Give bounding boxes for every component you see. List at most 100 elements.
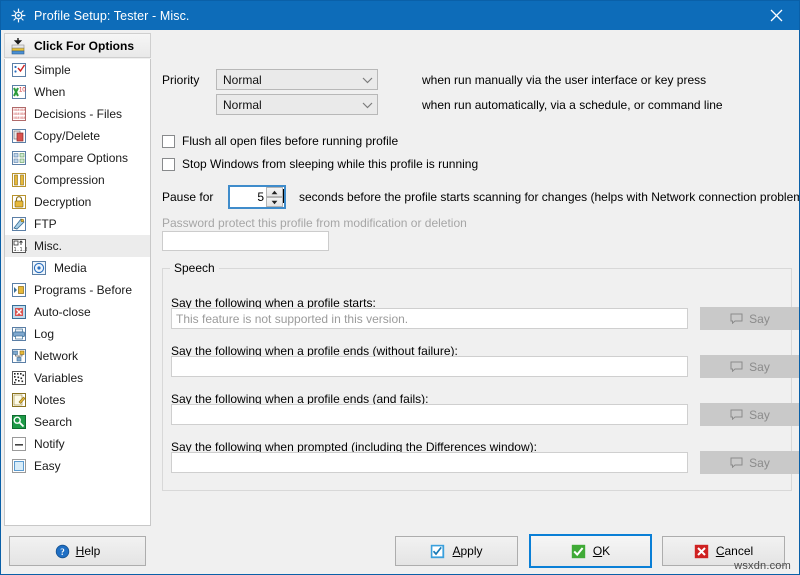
- svg-text:?: ?: [60, 547, 65, 557]
- svg-text:MM: MM: [20, 116, 26, 120]
- search-icon: [11, 414, 27, 430]
- programs-before-icon: [11, 282, 27, 298]
- svg-text:10: 10: [19, 88, 26, 94]
- sidebar-item-label: Notes: [34, 393, 65, 407]
- window-title: Profile Setup: Tester - Misc.: [34, 9, 190, 23]
- priority-manual-description: when run manually via the user interface…: [422, 73, 706, 87]
- sidebar-item-compression[interactable]: Compression: [5, 169, 150, 191]
- stop-sleeping-checkbox-row[interactable]: Stop Windows from sleeping while this pr…: [162, 157, 478, 171]
- apply-button-label: Apply: [452, 544, 482, 558]
- pause-seconds-stepper[interactable]: 5: [228, 185, 286, 209]
- sidebar-item-media[interactable]: Media: [5, 257, 150, 279]
- cancel-x-icon: [694, 544, 709, 559]
- sidebar-item-compare-options[interactable]: Compare Options: [5, 147, 150, 169]
- sidebar-item-label: Variables: [34, 371, 83, 385]
- pause-description: seconds before the profile starts scanni…: [299, 190, 800, 204]
- speech-end-fail-input[interactable]: [171, 404, 688, 425]
- sidebar-item-label: Decisions - Files: [34, 107, 122, 121]
- password-protect-label: Password protect this profile from modif…: [162, 216, 467, 230]
- media-disc-icon: [31, 260, 47, 276]
- sidebar-item-notes[interactable]: Notes: [5, 389, 150, 411]
- sidebar-item-label: Network: [34, 349, 78, 363]
- sidebar-item-label: Misc.: [34, 239, 62, 253]
- help-button-label: Help: [76, 544, 101, 558]
- easy-icon: [11, 458, 27, 474]
- sidebar-item-label: When: [34, 85, 65, 99]
- sidebar-item-variables[interactable]: Variables: [5, 367, 150, 389]
- speech-legend: Speech: [170, 261, 219, 275]
- priority-automatic-description: when run automatically, via a schedule, …: [422, 98, 723, 112]
- spinner-up-icon[interactable]: [266, 187, 283, 197]
- sidebar-item-label: Compare Options: [34, 151, 128, 165]
- password-protect-input[interactable]: [162, 231, 329, 251]
- speech-end-ok-input[interactable]: [171, 356, 688, 377]
- speech-prompted-say-button: Say: [700, 451, 800, 474]
- sidebar-item-label: Compression: [34, 173, 105, 187]
- chevron-down-icon[interactable]: [357, 70, 377, 89]
- sidebar-item-auto-close[interactable]: Auto-close: [5, 301, 150, 323]
- sidebar-item-decisions-files[interactable]: MMMMMM MMMMMM Decisions - Files: [5, 103, 150, 125]
- flush-files-checkbox-row[interactable]: Flush all open files before running prof…: [162, 134, 398, 148]
- sidebar-item-copy-delete[interactable]: Copy/Delete: [5, 125, 150, 147]
- sidebar-item-decryption[interactable]: Decryption: [5, 191, 150, 213]
- sidebar-item-when[interactable]: 10 When: [5, 81, 150, 103]
- priority-manual-select[interactable]: Normal: [216, 69, 378, 90]
- sidebar-item-network[interactable]: Network: [5, 345, 150, 367]
- ok-check-icon: [571, 544, 586, 559]
- apply-button[interactable]: Apply: [395, 536, 518, 566]
- ok-button-label: OK: [593, 544, 610, 558]
- spinner-down-icon[interactable]: [266, 197, 283, 207]
- sidebar-item-notify[interactable]: Notify: [5, 433, 150, 455]
- speech-prompted-input[interactable]: [171, 452, 688, 473]
- sidebar-item-misc[interactable]: 1.1.0 Misc.: [5, 235, 150, 257]
- sidebar-item-search[interactable]: Search: [5, 411, 150, 433]
- sidebar-item-label: Simple: [34, 63, 71, 77]
- speech-start-input[interactable]: This feature is not supported in this ve…: [171, 308, 688, 329]
- sidebar-item-label: Search: [34, 415, 72, 429]
- log-printer-icon: [11, 326, 27, 342]
- site-watermark: wsxdn.com: [734, 560, 791, 572]
- sidebar-item-label: Decryption: [34, 195, 91, 209]
- network-icon: [11, 348, 27, 364]
- options-tree[interactable]: Simple 10 When: [4, 59, 151, 526]
- speech-end-fail-say-button: Say: [700, 403, 800, 426]
- flush-files-label: Flush all open files before running prof…: [182, 134, 398, 148]
- help-button[interactable]: ? Help: [9, 536, 146, 566]
- speech-start-say-label: Say: [749, 312, 770, 326]
- speech-bubble-icon: [730, 313, 743, 324]
- speech-end-fail-say-label: Say: [749, 408, 770, 422]
- stop-sleeping-label: Stop Windows from sleeping while this pr…: [182, 157, 478, 171]
- pause-for-label: Pause for: [162, 190, 213, 204]
- decisions-files-icon: MMMMMM MMMMMM: [11, 106, 27, 122]
- options-sidebar: Click For Options Simple: [1, 30, 154, 575]
- notify-icon: [11, 436, 27, 452]
- chevron-down-icon[interactable]: [357, 95, 377, 114]
- when-icon: 10: [11, 84, 27, 100]
- sidebar-item-easy[interactable]: Easy: [5, 455, 150, 477]
- sidebar-item-programs-before[interactable]: Programs - Before: [5, 279, 150, 301]
- decryption-lock-icon: [11, 194, 27, 210]
- close-icon[interactable]: [753, 1, 799, 30]
- sidebar-item-label: Programs - Before: [34, 283, 132, 297]
- stop-sleeping-checkbox[interactable]: [162, 158, 175, 171]
- pause-seconds-value[interactable]: 5: [230, 190, 266, 204]
- sidebar-item-ftp[interactable]: FTP: [5, 213, 150, 235]
- sidebar-item-label: Media: [54, 261, 87, 275]
- cancel-button-label: Cancel: [716, 544, 753, 558]
- misc-settings-panel: Priority Normal when run manually via th…: [154, 30, 800, 575]
- stepper-arrows[interactable]: [266, 187, 283, 207]
- sidebar-item-label: Easy: [34, 459, 61, 473]
- sidebar-item-label: Log: [34, 327, 54, 341]
- title-bar: Profile Setup: Tester - Misc.: [1, 1, 799, 30]
- sidebar-item-simple[interactable]: Simple: [5, 59, 150, 81]
- click-for-options-button[interactable]: Click For Options: [4, 33, 151, 58]
- auto-close-icon: [11, 304, 27, 320]
- priority-automatic-select[interactable]: Normal: [216, 94, 378, 115]
- text-caret: [283, 189, 284, 203]
- sidebar-item-log[interactable]: Log: [5, 323, 150, 345]
- flush-files-checkbox[interactable]: [162, 135, 175, 148]
- ok-button[interactable]: OK: [529, 534, 652, 568]
- ftp-icon: [11, 216, 27, 232]
- priority-label: Priority: [162, 73, 199, 87]
- priority-automatic-value: Normal: [217, 98, 357, 112]
